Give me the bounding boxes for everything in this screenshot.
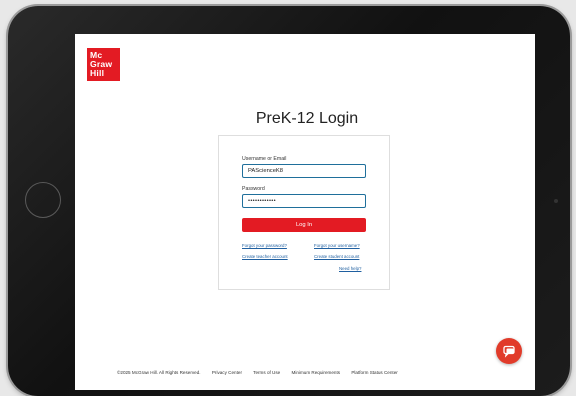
need-help-link[interactable]: Need help? xyxy=(339,266,361,271)
help-chat-button[interactable] xyxy=(496,338,522,364)
footer-status-link[interactable]: Platform Status Center xyxy=(351,370,397,375)
mcgraw-hill-logo[interactable]: Mc Graw Hill xyxy=(87,48,120,81)
footer-copyright: ©2025 McGraw Hill. All Rights Reserved. xyxy=(117,370,201,375)
footer-privacy-link[interactable]: Privacy Center xyxy=(212,370,242,375)
logo-line-3: Hill xyxy=(90,68,105,78)
page-title: PreK-12 Login xyxy=(255,110,359,127)
forgot-password-link[interactable]: Forgot your password? xyxy=(242,243,287,248)
password-field[interactable]: •••••••••••• xyxy=(242,194,366,208)
username-field[interactable]: PAScienceK8 xyxy=(242,164,366,178)
footer-terms-link[interactable]: Terms of Use xyxy=(253,370,280,375)
forgot-username-link[interactable]: Forgot your username? xyxy=(314,243,360,248)
tablet-home-button[interactable] xyxy=(25,182,61,218)
create-student-account-link[interactable]: Create student account xyxy=(314,254,359,259)
login-card: Username or Email PAScienceK8 Password •… xyxy=(218,135,390,290)
create-teacher-account-link[interactable]: Create teacher account xyxy=(242,254,288,259)
login-button[interactable]: Log In xyxy=(242,218,366,232)
footer-requirements-link[interactable]: Minimum Requirements xyxy=(292,370,341,375)
chat-help-icon xyxy=(503,345,515,358)
tablet-camera xyxy=(554,199,558,203)
footer: ©2025 McGraw Hill. All Rights Reserved. … xyxy=(117,370,408,375)
tablet-frame: Mc Graw Hill PreK-12 Login Username or E… xyxy=(8,6,570,396)
password-label: Password xyxy=(242,186,265,192)
username-label: Username or Email xyxy=(242,156,287,162)
login-screen: Mc Graw Hill PreK-12 Login Username or E… xyxy=(75,34,535,390)
